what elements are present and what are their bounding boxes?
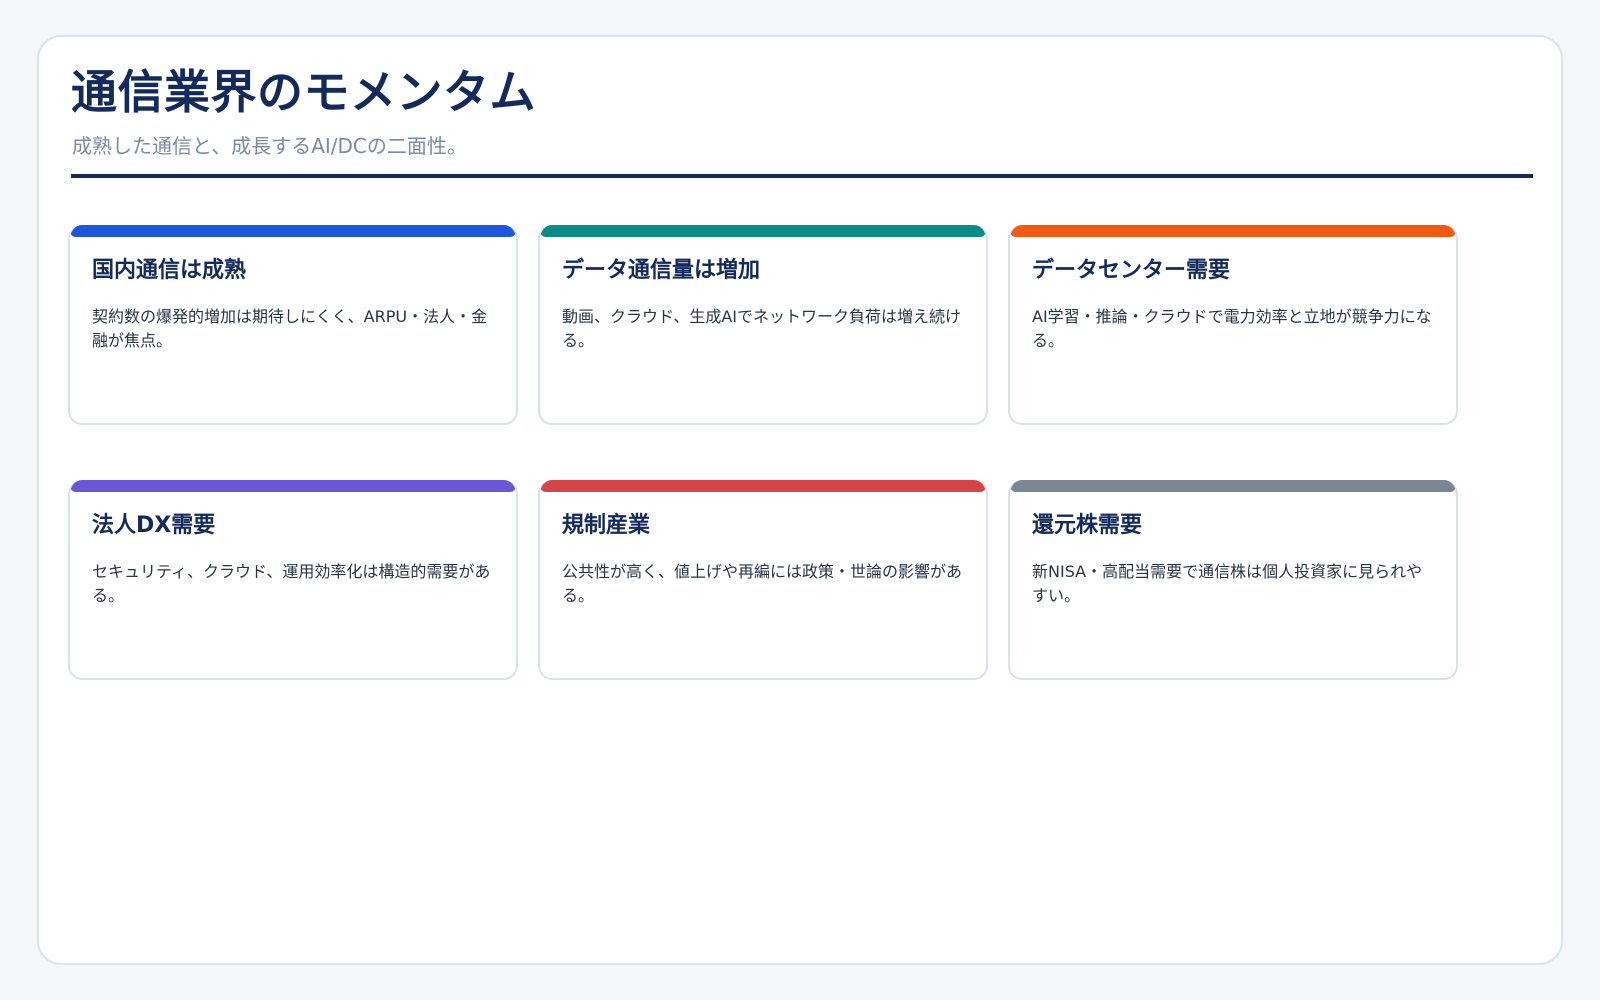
card-title: 規制産業 [562, 513, 651, 538]
card-shareholder-return: 還元株需要 新NISA・高配当需要で通信株は個人投資家に見られやすい。 [1008, 480, 1458, 680]
card-regulated-industry: 規制産業 公共性が高く、値上げや再編には政策・世論の影響がある。 [538, 480, 988, 680]
card-accent-bar [540, 480, 986, 492]
card-body: セキュリティ、クラウド、運用効率化は構造的需要がある。 [92, 562, 491, 605]
card-body: AI学習・推論・クラウドで電力効率と立地が競争力になる。 [1032, 307, 1432, 350]
card-accent-bar [1010, 225, 1456, 237]
card-grid: 国内通信は成熟 契約数の爆発的増加は期待しにくく、ARPU・法人・金融が焦点。 … [68, 225, 1458, 680]
card-data-center: データセンター需要 AI学習・推論・クラウドで電力効率と立地が競争力になる。 [1008, 225, 1458, 425]
card-body: 新NISA・高配当需要で通信株は個人投資家に見られやすい。 [1032, 562, 1423, 605]
card-body: 動画、クラウド、生成AIでネットワーク負荷は増え続ける。 [562, 307, 962, 350]
card-accent-bar [540, 225, 986, 237]
page-title: 通信業界のモメンタム [71, 65, 536, 119]
card-title: 国内通信は成熟 [92, 258, 247, 283]
title-divider [71, 174, 1533, 178]
card-title: 法人DX需要 [92, 513, 216, 538]
card-title: データ通信量は増加 [562, 258, 761, 283]
card-body: 公共性が高く、値上げや再編には政策・世論の影響がある。 [562, 562, 963, 605]
card-accent-bar [70, 480, 516, 492]
card-domestic-telecom: 国内通信は成熟 契約数の爆発的増加は期待しにくく、ARPU・法人・金融が焦点。 [68, 225, 518, 425]
page-subtitle: 成熟した通信と、成長するAI/DCの二面性。 [72, 134, 467, 158]
card-title: 還元株需要 [1032, 513, 1143, 538]
card-title: データセンター需要 [1032, 258, 1231, 283]
card-accent-bar [70, 225, 516, 237]
card-accent-bar [1010, 480, 1456, 492]
card-data-traffic: データ通信量は増加 動画、クラウド、生成AIでネットワーク負荷は増え続ける。 [538, 225, 988, 425]
card-body: 契約数の爆発的増加は期待しにくく、ARPU・法人・金融が焦点。 [92, 307, 488, 350]
card-enterprise-dx: 法人DX需要 セキュリティ、クラウド、運用効率化は構造的需要がある。 [68, 480, 518, 680]
